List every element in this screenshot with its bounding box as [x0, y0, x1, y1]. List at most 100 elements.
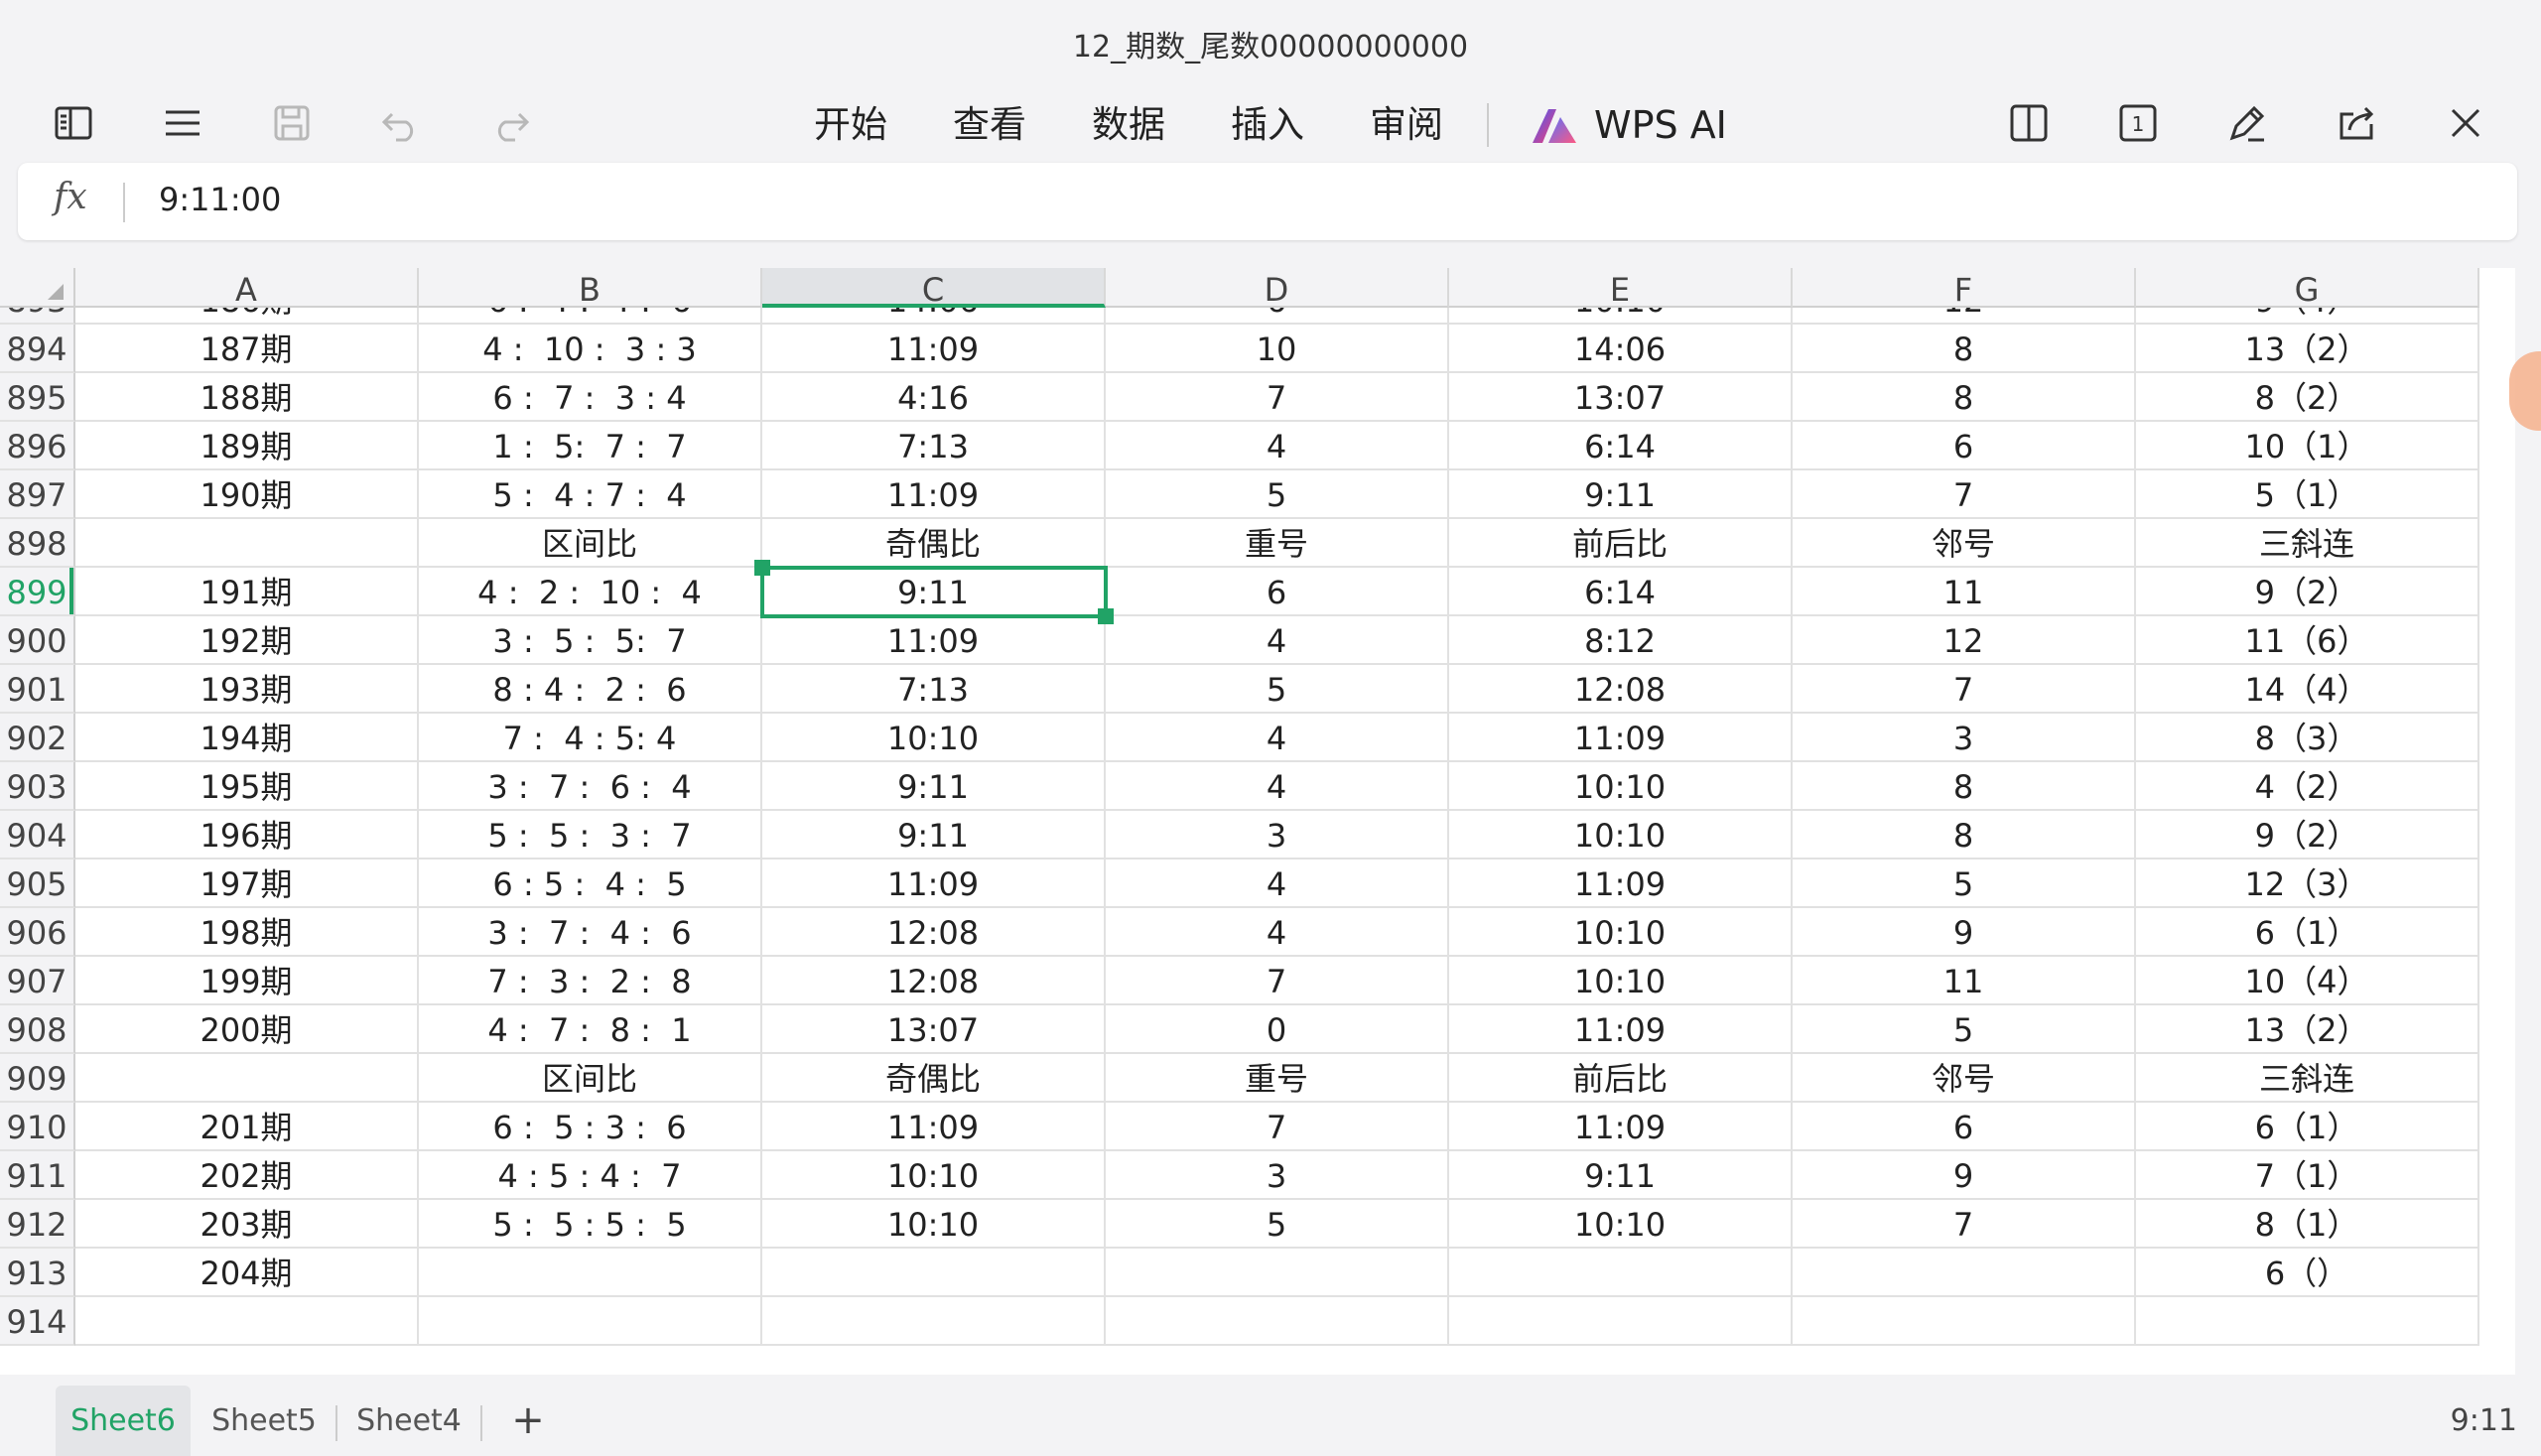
- cell-f895[interactable]: 8: [1793, 373, 2136, 422]
- row-header[interactable]: 910: [0, 1103, 75, 1151]
- cell-g912[interactable]: 8（1）: [2136, 1200, 2479, 1249]
- cell-b905[interactable]: 6 : 5 : 4 : 5: [419, 860, 762, 908]
- spreadsheet-grid[interactable]: 893186期6 : 4 : 4 : 614:06610:10129（4）894…: [0, 268, 2515, 1375]
- cell-f912[interactable]: 7: [1793, 1200, 2136, 1249]
- cell-c909[interactable]: 奇偶比: [762, 1054, 1106, 1103]
- cell-g908[interactable]: 13（2）: [2136, 1005, 2479, 1054]
- cell-a900[interactable]: 192期: [75, 616, 419, 665]
- cell-a913[interactable]: 204期: [75, 1249, 419, 1297]
- cell-f911[interactable]: 9: [1793, 1151, 2136, 1200]
- cell-c914[interactable]: [762, 1297, 1106, 1346]
- cell-g899[interactable]: 9（2）: [2136, 568, 2479, 616]
- cell-d908[interactable]: 0: [1106, 1005, 1449, 1054]
- cell-d905[interactable]: 4: [1106, 860, 1449, 908]
- row-header[interactable]: 898: [0, 519, 75, 568]
- share-icon[interactable]: [2329, 95, 2384, 151]
- cell-c897[interactable]: 11:09: [762, 470, 1106, 519]
- cell-g895[interactable]: 8（2）: [2136, 373, 2479, 422]
- cell-e901[interactable]: 12:08: [1449, 665, 1793, 714]
- cell-b895[interactable]: 6 : 7 : 3 : 4: [419, 373, 762, 422]
- cell-c902[interactable]: 10:10: [762, 714, 1106, 762]
- cell-a897[interactable]: 190期: [75, 470, 419, 519]
- cell-b912[interactable]: 5 : 5 : 5 : 5: [419, 1200, 762, 1249]
- cell-a902[interactable]: 194期: [75, 714, 419, 762]
- sheet-tab-sheet6[interactable]: Sheet6: [56, 1386, 191, 1456]
- cell-a896[interactable]: 189期: [75, 422, 419, 470]
- sidebar-toggle-icon[interactable]: [46, 95, 101, 151]
- cell-a899[interactable]: 191期: [75, 568, 419, 616]
- cell-e911[interactable]: 9:11: [1449, 1151, 1793, 1200]
- cell-b902[interactable]: 7 : 4 : 5: 4: [419, 714, 762, 762]
- cell-a895[interactable]: 188期: [75, 373, 419, 422]
- cell-e894[interactable]: 14:06: [1449, 325, 1793, 373]
- row-header[interactable]: 913: [0, 1249, 75, 1297]
- row-header[interactable]: 902: [0, 714, 75, 762]
- column-header-b[interactable]: B: [419, 268, 762, 309]
- cell-b908[interactable]: 4 : 7 : 8 : 1: [419, 1005, 762, 1054]
- cell-g913[interactable]: 6（）: [2136, 1249, 2479, 1297]
- page-count-icon[interactable]: 1: [2110, 95, 2166, 151]
- row-header[interactable]: 907: [0, 957, 75, 1005]
- menu-data[interactable]: 数据: [1092, 97, 1165, 153]
- cell-e897[interactable]: 9:11: [1449, 470, 1793, 519]
- formula-input[interactable]: 9:11:00: [159, 181, 281, 218]
- row-header[interactable]: 899: [0, 568, 75, 616]
- cell-e895[interactable]: 13:07: [1449, 373, 1793, 422]
- column-header-g[interactable]: G: [2136, 268, 2479, 309]
- cell-c903[interactable]: 9:11: [762, 762, 1106, 811]
- menu-icon[interactable]: [155, 95, 210, 151]
- cell-e912[interactable]: 10:10: [1449, 1200, 1793, 1249]
- cell-g894[interactable]: 13（2）: [2136, 325, 2479, 373]
- fx-label[interactable]: fx: [54, 177, 87, 217]
- cell-f909[interactable]: 邻号: [1793, 1054, 2136, 1103]
- menu-review[interactable]: 审阅: [1370, 97, 1443, 153]
- cell-c895[interactable]: 4:16: [762, 373, 1106, 422]
- cell-f897[interactable]: 7: [1793, 470, 2136, 519]
- row-header[interactable]: 901: [0, 665, 75, 714]
- cell-a909[interactable]: [75, 1054, 419, 1103]
- cell-a911[interactable]: 202期: [75, 1151, 419, 1200]
- cell-d910[interactable]: 7: [1106, 1103, 1449, 1151]
- cell-e906[interactable]: 10:10: [1449, 908, 1793, 957]
- cell-f904[interactable]: 8: [1793, 811, 2136, 860]
- cell-b901[interactable]: 8 : 4 : 2 : 6: [419, 665, 762, 714]
- cell-b911[interactable]: 4 : 5 : 4 : 7: [419, 1151, 762, 1200]
- cell-f902[interactable]: 3: [1793, 714, 2136, 762]
- row-header[interactable]: 896: [0, 422, 75, 470]
- close-icon[interactable]: [2438, 95, 2493, 151]
- cell-f913[interactable]: [1793, 1249, 2136, 1297]
- row-header[interactable]: 906: [0, 908, 75, 957]
- cell-d907[interactable]: 7: [1106, 957, 1449, 1005]
- cell-g896[interactable]: 10（1）: [2136, 422, 2479, 470]
- cell-e913[interactable]: [1449, 1249, 1793, 1297]
- cell-c899[interactable]: 9:11: [762, 568, 1106, 616]
- save-icon[interactable]: [264, 95, 320, 151]
- cell-g902[interactable]: 8（3）: [2136, 714, 2479, 762]
- row-header[interactable]: 897: [0, 470, 75, 519]
- add-sheet-button[interactable]: +: [508, 1386, 548, 1456]
- cell-e909[interactable]: 前后比: [1449, 1054, 1793, 1103]
- row-header[interactable]: 895: [0, 373, 75, 422]
- menu-start[interactable]: 开始: [814, 97, 887, 153]
- cell-a912[interactable]: 203期: [75, 1200, 419, 1249]
- cell-a914[interactable]: [75, 1297, 419, 1346]
- cell-f914[interactable]: [1793, 1297, 2136, 1346]
- cell-f896[interactable]: 6: [1793, 422, 2136, 470]
- cell-d895[interactable]: 7: [1106, 373, 1449, 422]
- cell-g903[interactable]: 4（2）: [2136, 762, 2479, 811]
- cell-c896[interactable]: 7:13: [762, 422, 1106, 470]
- cell-e907[interactable]: 10:10: [1449, 957, 1793, 1005]
- cell-d894[interactable]: 10: [1106, 325, 1449, 373]
- cell-e902[interactable]: 11:09: [1449, 714, 1793, 762]
- selection-handle-bottom-right[interactable]: [1098, 608, 1114, 624]
- cell-e904[interactable]: 10:10: [1449, 811, 1793, 860]
- cell-e914[interactable]: [1449, 1297, 1793, 1346]
- cell-b906[interactable]: 3 : 7 : 4 : 6: [419, 908, 762, 957]
- cell-c906[interactable]: 12:08: [762, 908, 1106, 957]
- sheet-tab-sheet4[interactable]: Sheet4: [349, 1386, 468, 1456]
- cell-g901[interactable]: 14（4）: [2136, 665, 2479, 714]
- row-header[interactable]: 900: [0, 616, 75, 665]
- cell-c894[interactable]: 11:09: [762, 325, 1106, 373]
- cell-c910[interactable]: 11:09: [762, 1103, 1106, 1151]
- cell-d912[interactable]: 5: [1106, 1200, 1449, 1249]
